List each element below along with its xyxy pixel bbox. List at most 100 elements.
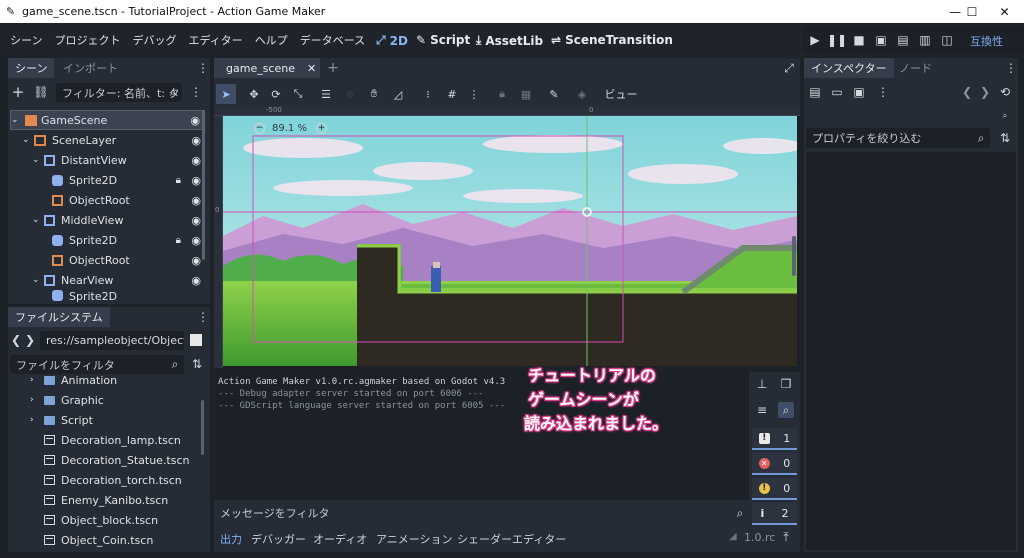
tree-node-sprite2d[interactable]: Sprite2D 🔒︎ ◉: [10, 170, 205, 190]
scroll-lock-icon[interactable]: ⊥: [754, 376, 770, 392]
tab-filesystem[interactable]: ファイルシステム: [8, 307, 110, 327]
visibility-icon[interactable]: ◉: [191, 274, 201, 287]
history-back-icon[interactable]: ❮: [962, 84, 972, 100]
visibility-icon[interactable]: ◉: [190, 114, 200, 127]
play-icon[interactable]: ▶: [806, 31, 824, 49]
zoom-level[interactable]: 89.1 %: [272, 123, 307, 134]
search-filter-icon[interactable]: ⌕: [778, 402, 794, 418]
ruler-tool-icon[interactable]: ◿: [388, 84, 408, 104]
dock-menu-icon[interactable]: ⋮: [197, 309, 209, 325]
add-node-icon[interactable]: +: [10, 83, 26, 101]
tree-node-sprite2d[interactable]: Sprite2D 🔒︎ ◉: [10, 230, 205, 250]
tree-node-nearview[interactable]: ⌄ NearView ◉: [10, 270, 205, 290]
snap-options-icon[interactable]: ⋮: [464, 84, 484, 104]
list-item[interactable]: › Animation: [30, 376, 200, 390]
smart-snap-icon[interactable]: ⁝: [418, 84, 438, 104]
extra-options-icon[interactable]: ⋮: [877, 84, 889, 100]
tree-node-sprite2d[interactable]: Sprite2D: [10, 290, 205, 302]
list-item[interactable]: › Script: [30, 410, 200, 430]
menu-database[interactable]: データベース: [300, 32, 365, 48]
save-resource-icon[interactable]: ▣: [852, 84, 866, 100]
close-button[interactable]: ✕: [985, 0, 1024, 23]
split-toggle-icon[interactable]: [190, 334, 202, 346]
doc-icon[interactable]: ⌕: [996, 108, 1014, 124]
list-item[interactable]: Enemy_Kanibo.tscn: [44, 490, 203, 510]
renderer-select[interactable]: 互換性: [970, 33, 1003, 49]
link-icon[interactable]: ⛓: [33, 83, 49, 101]
lock-icon[interactable]: 🔒︎: [176, 175, 181, 186]
list-item[interactable]: Object_Coin.tscn: [44, 530, 203, 550]
tree-node-gamescene[interactable]: ⌄ GameScene ◉: [10, 110, 205, 130]
mode-scenetransition-button[interactable]: ⇌ SceneTransition: [551, 33, 673, 47]
forward-icon[interactable]: ❯: [25, 332, 35, 348]
sort-icon[interactable]: ⇅: [190, 356, 204, 372]
dock-menu-icon[interactable]: ⋮: [197, 60, 209, 76]
tree-node-middleview[interactable]: ⌄ MiddleView ◉: [10, 210, 205, 230]
visibility-icon[interactable]: ◉: [191, 214, 201, 227]
tab-game-scene[interactable]: game_scene ✕: [214, 58, 320, 78]
tab-node[interactable]: ノード: [892, 58, 939, 78]
visibility-icon[interactable]: ◉: [191, 234, 201, 247]
close-icon[interactable]: ✕: [307, 62, 316, 75]
zoom-out-button[interactable]: −: [254, 123, 265, 134]
stop-icon[interactable]: ■: [850, 31, 868, 49]
lock-icon[interactable]: 🔒︎: [176, 235, 181, 246]
visibility-icon[interactable]: ◉: [191, 194, 201, 207]
fullscreen-icon[interactable]: ⤢: [782, 60, 796, 76]
tab-scene[interactable]: シーン: [8, 58, 55, 78]
file-filter-input[interactable]: ファイルをフィルタ: [10, 355, 184, 374]
scene-tree-scrollbar[interactable]: [202, 110, 205, 260]
visibility-icon[interactable]: ◉: [191, 154, 201, 167]
menu-help[interactable]: ヘルプ: [255, 32, 288, 48]
history-forward-icon[interactable]: ❯: [980, 84, 990, 100]
log-filter-errors[interactable]: ✕ 0: [752, 453, 797, 475]
lock-tool-icon[interactable]: 🔒︎: [492, 84, 512, 104]
menu-editor[interactable]: エディター: [188, 32, 242, 48]
dock-menu-icon[interactable]: ⋮: [1005, 60, 1017, 76]
property-sort-icon[interactable]: ⇅: [998, 130, 1012, 146]
select-tool-icon[interactable]: ➤: [216, 84, 236, 104]
list-item[interactable]: Decoration_Statue.tscn: [44, 450, 203, 470]
viewport-scrollbar[interactable]: [792, 236, 796, 276]
scene-filter-input[interactable]: フィルター: 名前、t: タ: [56, 83, 182, 102]
play-scene-icon[interactable]: ▤: [894, 31, 912, 49]
visibility-icon[interactable]: ◉: [191, 174, 201, 187]
file-list-scrollbar[interactable]: [201, 400, 204, 455]
menu-project[interactable]: プロジェクト: [54, 32, 120, 48]
bottom-tab-audio[interactable]: オーディオ: [313, 531, 367, 547]
pan-tool-icon[interactable]: ✋︎: [364, 84, 384, 104]
log-filter-messages[interactable]: ! 1: [752, 428, 797, 450]
list-item[interactable]: › Graphic: [30, 390, 200, 410]
visibility-icon[interactable]: ◉: [191, 254, 201, 267]
log-filter-warnings[interactable]: ! 0: [752, 478, 797, 500]
copy-icon[interactable]: ❐: [778, 376, 794, 392]
menu-debug[interactable]: デバッグ: [132, 32, 176, 48]
rotate-tool-icon[interactable]: ⟳: [266, 84, 286, 104]
back-icon[interactable]: ❮: [11, 332, 21, 348]
open-resource-icon[interactable]: ▭: [830, 84, 844, 100]
view-menu[interactable]: ビュー: [604, 84, 638, 104]
zoom-in-button[interactable]: +: [316, 123, 327, 134]
scene-options-icon[interactable]: ⋮: [190, 84, 202, 100]
bottom-tab-output[interactable]: 出力: [220, 531, 242, 547]
pause-icon[interactable]: ❚❚: [827, 31, 847, 49]
expand-panel-icon[interactable]: ⤒: [779, 529, 793, 545]
add-tab-button[interactable]: +: [324, 58, 342, 78]
maximize-button[interactable]: ☐: [955, 0, 989, 23]
menu-scene[interactable]: シーン: [10, 32, 42, 48]
remote-debug-icon[interactable]: ▣: [872, 31, 890, 49]
mode-script-button[interactable]: ✎ Script: [416, 33, 470, 47]
viewport-canvas[interactable]: -500 0 0 − 89.1 % +: [214, 106, 800, 368]
bottom-tab-shader-editor[interactable]: シェーダーエディター: [457, 531, 566, 547]
mode-assetlib-button[interactable]: ⤓ AssetLib: [476, 33, 543, 48]
message-filter-input[interactable]: メッセージをフィルタ: [214, 503, 749, 523]
property-filter-input[interactable]: プロパティを絞り込む: [806, 128, 990, 148]
visibility-tool-icon[interactable]: ◈: [572, 84, 592, 104]
pivot-tool-icon[interactable]: ⁘: [340, 84, 360, 104]
bottom-tab-animation[interactable]: アニメーション: [376, 531, 453, 547]
bottom-tab-debugger[interactable]: デバッガー: [251, 531, 306, 547]
play-custom-scene-icon[interactable]: ▥: [916, 31, 934, 49]
group-tool-icon[interactable]: ▦: [516, 84, 536, 104]
list-item[interactable]: Object_block.tscn: [44, 510, 203, 530]
path-field[interactable]: res://sampleobject/Object_Sa: [40, 331, 184, 350]
